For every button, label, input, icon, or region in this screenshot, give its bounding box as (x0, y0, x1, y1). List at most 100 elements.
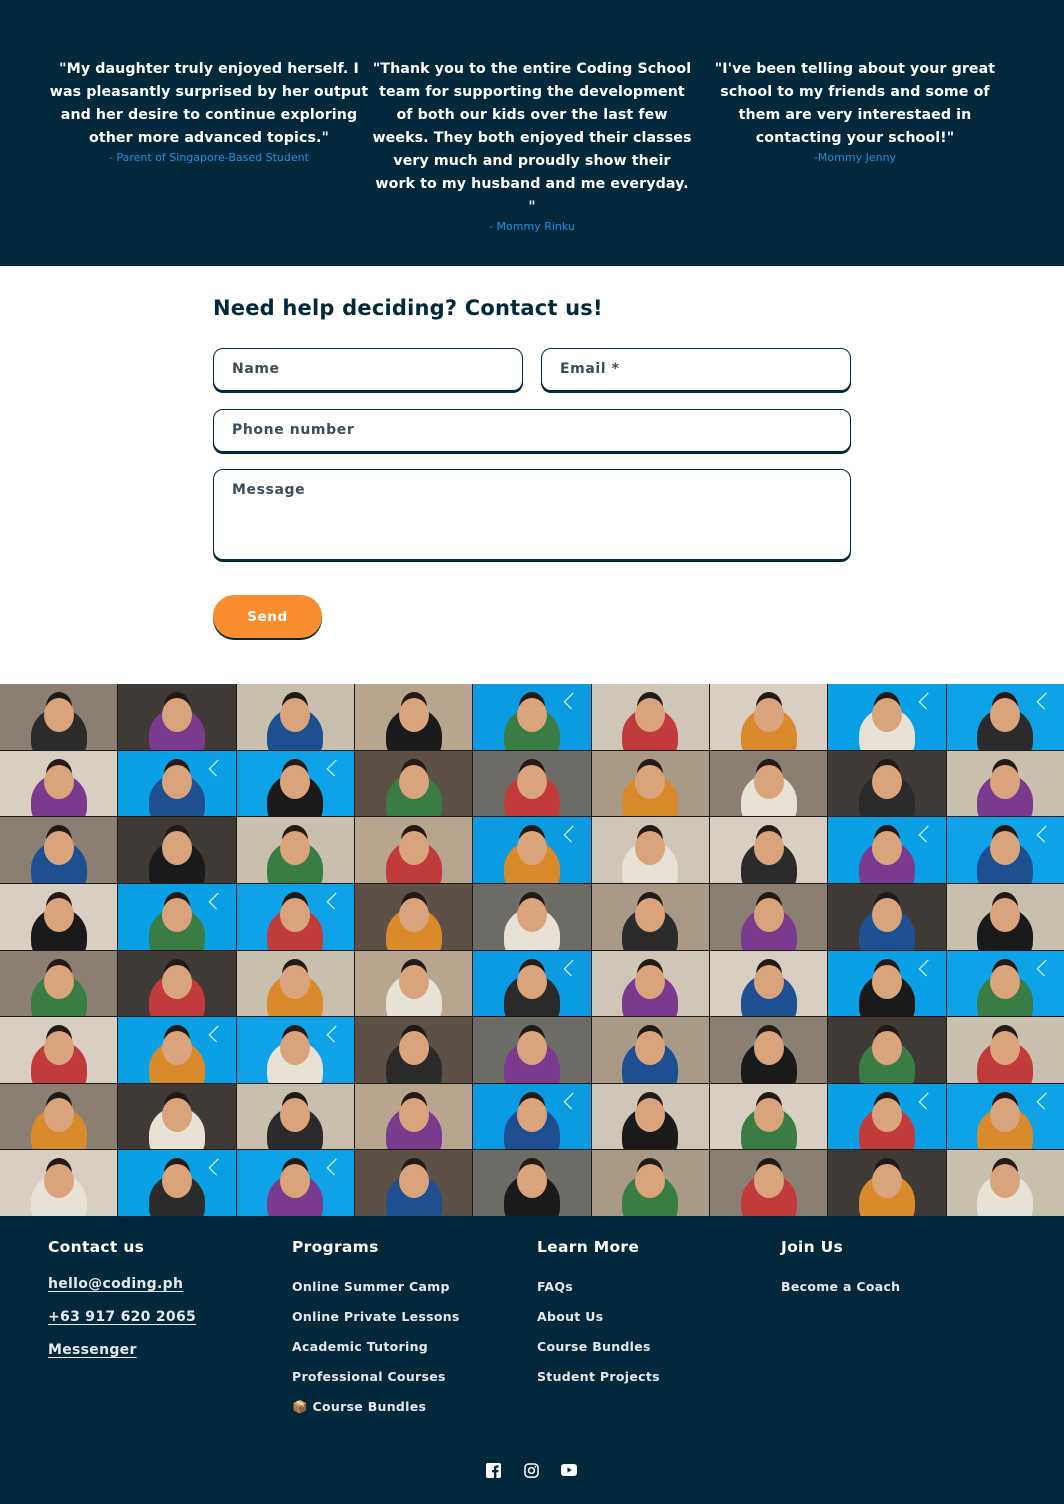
footer-link-professional-courses[interactable]: Professional Courses (292, 1369, 460, 1385)
student-face (753, 964, 784, 999)
student-face (516, 897, 547, 932)
student-face (43, 1031, 74, 1066)
testimonial-author: -Mommy Jenny (813, 151, 897, 164)
student-face (398, 964, 429, 999)
student-video-tile (828, 883, 946, 950)
coding-school-logo-icon (1036, 692, 1054, 710)
email-placeholder: Email * (560, 361, 620, 377)
student-face (43, 698, 74, 732)
messenger-link[interactable]: Messenger (48, 1342, 196, 1358)
coding-school-logo-icon (326, 1158, 344, 1176)
student-video-tile (355, 684, 473, 750)
student-video-tile (236, 950, 354, 1017)
page: "My daughter truly enjoyed herself. I wa… (0, 0, 1064, 1504)
student-video-tile (710, 950, 828, 1017)
student-face (161, 698, 192, 732)
name-placeholder: Name (232, 361, 280, 377)
student-face (753, 698, 784, 732)
student-face (871, 831, 902, 866)
student-video-tile (0, 950, 118, 1017)
student-video-tile (473, 883, 591, 950)
student-face (516, 698, 547, 732)
send-button[interactable]: Send (213, 595, 322, 638)
coding-school-logo-icon (208, 892, 226, 910)
email-link[interactable]: hello@coding.ph (48, 1276, 196, 1292)
coding-school-logo-icon (208, 1158, 226, 1176)
student-video-tile (946, 950, 1064, 1017)
footer-link-academic-tutoring[interactable]: Academic Tutoring (292, 1339, 460, 1355)
student-video-tile (236, 1017, 354, 1083)
footer-contact-heading: Contact us (48, 1238, 145, 1256)
student-video-tile (473, 684, 591, 750)
student-face (635, 964, 666, 999)
student-face (43, 764, 74, 799)
footer-link-become-a-coach[interactable]: Become a Coach (781, 1279, 900, 1295)
footer-contact-column: Contact us hello@coding.ph +63 917 620 2… (48, 1238, 196, 1375)
student-face (753, 897, 784, 932)
footer-link-about-us[interactable]: About Us (537, 1309, 660, 1325)
student-face (43, 831, 74, 866)
student-face (161, 1097, 192, 1132)
student-video-tile (355, 1083, 473, 1150)
student-video-tile (0, 684, 118, 750)
student-face (753, 1164, 784, 1199)
student-face (871, 698, 902, 732)
student-face (161, 764, 192, 799)
student-face (398, 698, 429, 732)
footer-link-faqs[interactable]: FAQs (537, 1279, 660, 1295)
coding-school-logo-icon (1036, 825, 1054, 843)
student-video-tile (118, 950, 236, 1017)
testimonial-author: - Parent of Singapore-Based Student (109, 151, 309, 164)
student-video-tile (591, 1150, 709, 1216)
facebook-icon[interactable] (484, 1461, 502, 1479)
student-face (398, 1164, 429, 1199)
student-face (398, 764, 429, 799)
student-face (753, 1097, 784, 1132)
coding-school-logo-icon (1036, 959, 1054, 976)
student-video-tile (0, 1017, 118, 1083)
student-video-tile (0, 1150, 118, 1216)
student-video-tile (236, 684, 354, 750)
email-field[interactable]: Email * (541, 348, 851, 391)
testimonial-author: - Mommy Rinku (489, 220, 575, 233)
student-face (871, 897, 902, 932)
message-field[interactable]: Message (213, 469, 851, 560)
coding-school-logo-icon (326, 1025, 344, 1043)
student-video-tile (946, 817, 1064, 883)
footer-link-course-bundles[interactable]: Course Bundles (537, 1339, 660, 1355)
student-photo-collage (0, 684, 1064, 1216)
student-video-tile (591, 684, 709, 750)
student-face (871, 1031, 902, 1066)
footer-link-online-summer-camp[interactable]: Online Summer Camp (292, 1279, 460, 1295)
student-video-tile (118, 1017, 236, 1083)
name-field[interactable]: Name (213, 348, 523, 391)
coding-school-logo-icon (563, 825, 581, 843)
student-face (516, 1097, 547, 1132)
phone-link[interactable]: +63 917 620 2065 (48, 1309, 196, 1325)
student-video-tile (710, 1150, 828, 1216)
youtube-icon[interactable] (560, 1461, 578, 1479)
student-face (398, 897, 429, 932)
student-video-tile (236, 750, 354, 817)
student-video-tile (591, 1017, 709, 1083)
student-video-tile (236, 883, 354, 950)
footer-link-online-private-lessons[interactable]: Online Private Lessons (292, 1309, 460, 1325)
student-video-tile (946, 750, 1064, 817)
coding-school-logo-icon (326, 759, 344, 777)
student-video-tile (710, 1017, 828, 1083)
phone-placeholder: Phone number (232, 422, 355, 438)
contact-form-title: Need help deciding? Contact us! (213, 296, 603, 320)
instagram-icon[interactable] (522, 1461, 540, 1479)
student-video-tile (591, 817, 709, 883)
testimonials-section: "My daughter truly enjoyed herself. I wa… (0, 0, 1064, 266)
coding-school-logo-icon (208, 759, 226, 777)
footer-link-course-bundles[interactable]: 📦 Course Bundles (292, 1399, 460, 1415)
footer-link-student-projects[interactable]: Student Projects (537, 1369, 660, 1385)
student-video-tile (591, 750, 709, 817)
footer-learn-more-heading: Learn More (537, 1238, 640, 1256)
student-video-tile (118, 1150, 236, 1216)
student-video-tile (946, 1150, 1064, 1216)
student-face (516, 764, 547, 799)
phone-field[interactable]: Phone number (213, 409, 851, 452)
student-face (43, 964, 74, 999)
